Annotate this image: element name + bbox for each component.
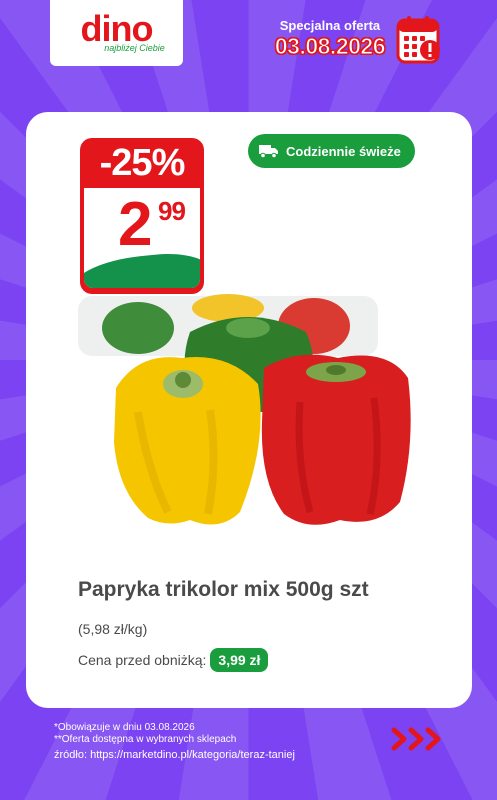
triple-chevron-right-icon[interactable] <box>390 726 446 752</box>
offer-date: 03.08.2026 <box>274 33 386 60</box>
price-tag: -25% 2 99 <box>80 138 204 294</box>
offer-label: Specjalna oferta <box>279 18 381 33</box>
logo-tagline: najbliżej Ciebie <box>104 43 165 53</box>
special-offer-header: Specjalna oferta 03.08.2026 <box>274 18 386 60</box>
footer-source-link[interactable]: źródło: https://marketdino.pl/kategoria/… <box>54 749 295 761</box>
logo-wordmark: dino <box>80 8 154 49</box>
fresh-badge-label: Codziennie świeże <box>286 143 401 159</box>
product-card[interactable]: -25% 2 99 Codziennie świeże Papryka trik… <box>26 112 472 708</box>
previous-price-badge: 3,99 zł <box>210 648 269 672</box>
price-cents: 99 <box>158 196 186 226</box>
product-name: Papryka trikolor mix 500g szt <box>78 578 369 601</box>
fresh-daily-badge: Codziennie świeże <box>248 134 415 168</box>
product-image-peppers <box>78 294 411 525</box>
unit-price: (5,98 zł/kg) <box>78 621 148 637</box>
footer-note-validity: *Obowiązuje w dniu 03.08.2026 <box>54 722 195 733</box>
delivery-truck-icon <box>259 145 278 159</box>
previous-price-row: Cena przed obniżką: 3,99 zł <box>78 648 269 672</box>
price-box: 2 99 <box>84 188 200 288</box>
dino-logo[interactable]: dino najbliżej Ciebie <box>50 0 183 66</box>
previous-price-label: Cena przed obniżką: <box>78 652 207 668</box>
calendar-alert-icon <box>396 16 440 64</box>
footer-notes: *Obowiązuje w dniu 03.08.2026 **Oferta d… <box>54 722 295 761</box>
price-main: 2 <box>118 190 153 259</box>
footer-note-availability: **Oferta dostępna w wybranych sklepach <box>54 734 237 745</box>
discount-label: -25% <box>99 141 186 184</box>
